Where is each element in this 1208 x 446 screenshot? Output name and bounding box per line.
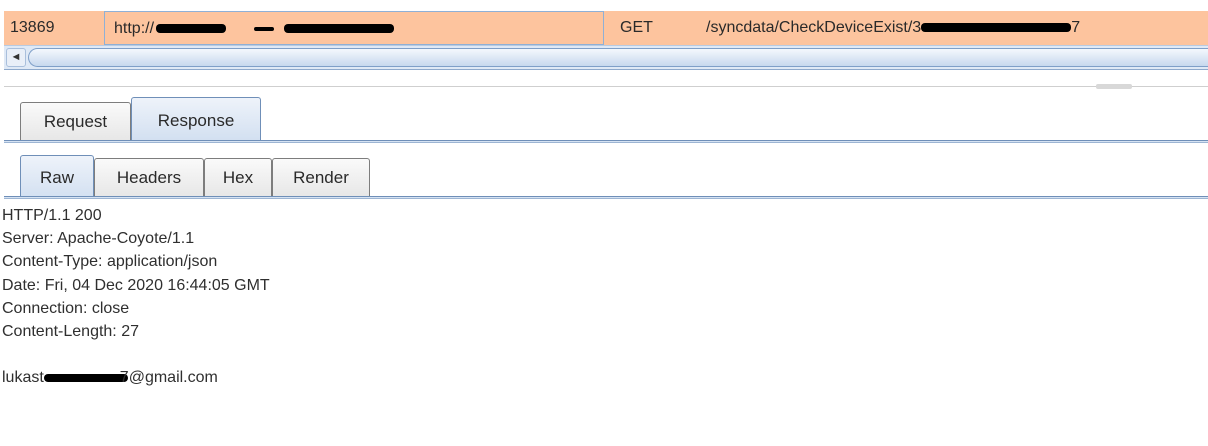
- redaction-bar: [921, 23, 1072, 33]
- tab-raw[interactable]: Raw: [20, 155, 94, 198]
- tabbar-underline: [4, 196, 1208, 199]
- splitter-grip[interactable]: [1096, 84, 1132, 89]
- host-prefix: http://: [114, 20, 155, 37]
- tab-render[interactable]: Render: [272, 158, 370, 196]
- redaction-bar: [156, 24, 227, 34]
- splitter-line: [4, 86, 1208, 87]
- row-host[interactable]: http://: [104, 11, 604, 45]
- tab-request[interactable]: Request: [20, 102, 131, 140]
- redaction-bar: [284, 24, 395, 34]
- status-line: HTTP/1.1 200: [2, 207, 102, 224]
- tab-response[interactable]: Response: [131, 97, 261, 140]
- header-line: Server: Apache-Coyote/1.1: [2, 230, 195, 248]
- redaction-bar: [43, 374, 128, 383]
- body-suffix: @gmail.com: [128, 369, 218, 387]
- body-prefix: lukast: [2, 369, 44, 387]
- row-method: GET: [620, 19, 653, 36]
- raw-response-body[interactable]: HTTP/1.1 200 Server: Apache-Coyote/1.1 C…: [2, 204, 1202, 390]
- header-line: Content-Type: application/json: [2, 253, 218, 271]
- path-prefix: /syncdata/CheckDeviceExist/3: [706, 19, 922, 36]
- tabbar-underline: [4, 140, 1208, 143]
- response-body-line: lukast 7@gmail.com: [2, 366, 1202, 389]
- path-suffix: 7: [1071, 19, 1081, 36]
- view-tabbar: Raw Headers Hex Render: [0, 150, 1208, 200]
- history-table-row[interactable]: 13869 http:// GET /syncdata/CheckDeviceE…: [0, 0, 1208, 48]
- tab-hex[interactable]: Hex: [204, 158, 272, 196]
- body-mid: 7: [119, 369, 129, 387]
- redaction-bar: [254, 26, 275, 31]
- header-line: Connection: close: [2, 299, 130, 317]
- message-tabbar: Request Response: [0, 94, 1208, 144]
- pane-splitter[interactable]: [4, 84, 1208, 94]
- scrollbar-thumb[interactable]: [28, 48, 1208, 67]
- header-line: Content-Length: 27: [2, 322, 139, 340]
- tab-headers[interactable]: Headers: [94, 158, 204, 196]
- row-path: /syncdata/CheckDeviceExist/3 7: [706, 11, 1206, 45]
- arrow-left-icon[interactable]: ◄: [6, 48, 26, 67]
- row-id: 13869: [10, 19, 55, 36]
- header-line: Date: Fri, 04 Dec 2020 16:44:05 GMT: [2, 276, 270, 294]
- horizontal-scrollbar[interactable]: ◄: [4, 45, 1208, 70]
